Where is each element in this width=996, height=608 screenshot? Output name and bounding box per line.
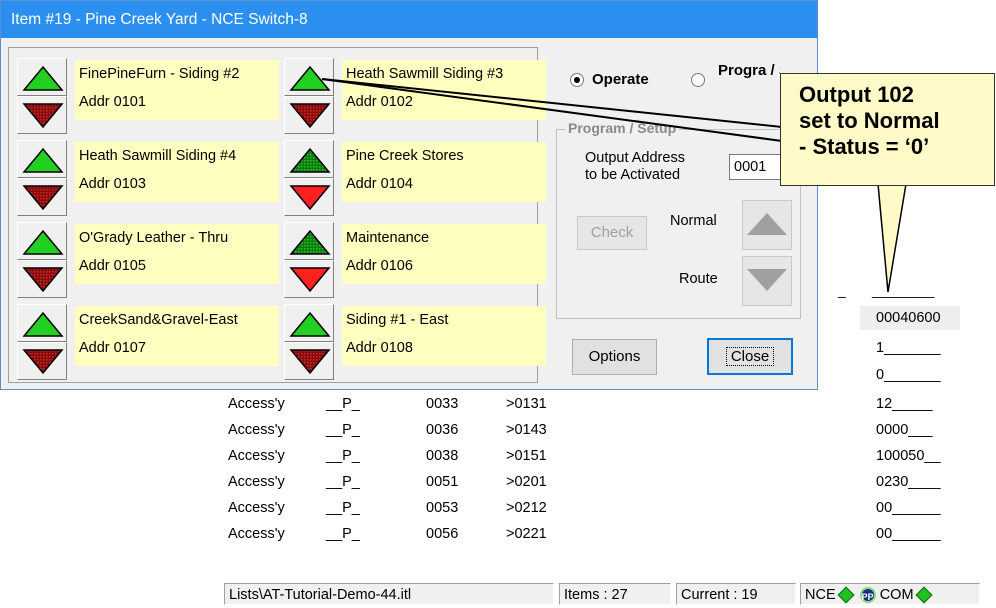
callout-line-3: - Status = ‘0’ bbox=[799, 134, 930, 159]
callout-line-2: set to Normal bbox=[799, 108, 940, 133]
annotation-callout: Output 102 set to Normal - Status = ‘0’ bbox=[780, 73, 995, 186]
callout-line-1: Output 102 bbox=[799, 82, 914, 107]
